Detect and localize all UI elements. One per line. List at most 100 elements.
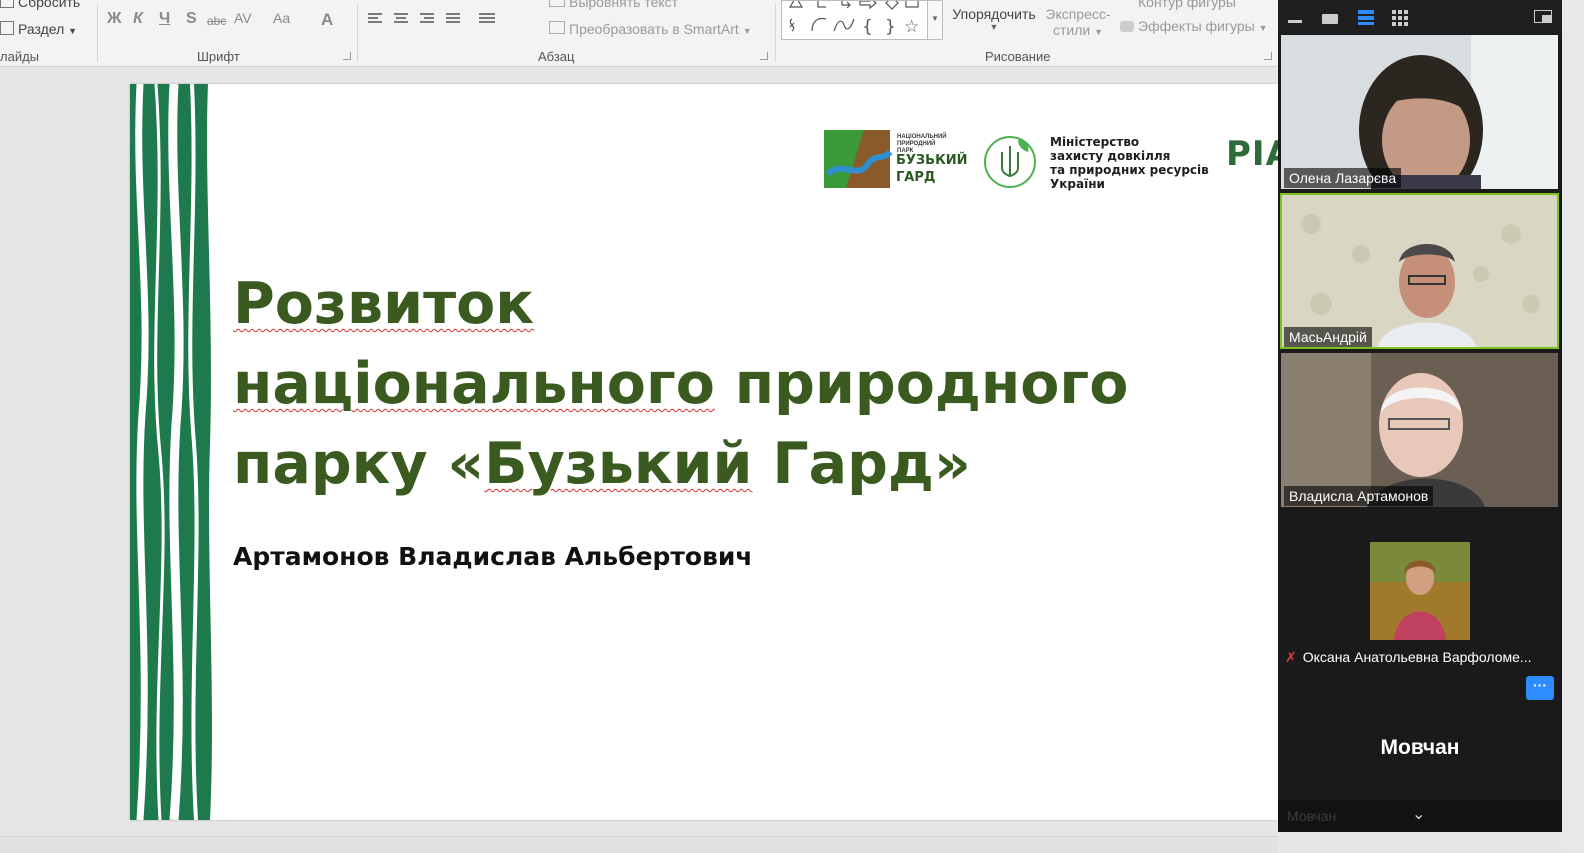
- section-label: Раздел: [18, 21, 65, 37]
- participant-video-frame: [1281, 353, 1558, 507]
- shape-outline-label: Контур фигуры: [1138, 0, 1236, 10]
- arrange-label: Упорядочить: [952, 6, 1036, 22]
- shadow-button[interactable]: S: [186, 10, 197, 28]
- italic-button[interactable]: К: [133, 10, 143, 28]
- group-divider: [97, 4, 98, 62]
- group-divider: [357, 4, 358, 62]
- minimize-icon[interactable]: [1288, 20, 1302, 23]
- font-dialog-launcher-icon[interactable]: [343, 52, 351, 60]
- desktop-edge: [1562, 0, 1584, 852]
- participant-name: Владисла Артамонов: [1284, 486, 1434, 506]
- participant-name-row: ✗ Оксана Анатольевна Варфоломе...: [1285, 649, 1532, 666]
- exit-fullscreen-icon[interactable]: [1534, 10, 1552, 23]
- slide-title-word: національного: [233, 351, 715, 417]
- smartart-label: Преобразовать в SmartArt: [569, 21, 739, 37]
- participant-video-tile-active[interactable]: МасьАндрій: [1280, 193, 1559, 349]
- justify-icon[interactable]: [446, 13, 460, 25]
- align-right-icon[interactable]: [420, 13, 434, 25]
- chevron-down-icon: ▼: [1258, 23, 1268, 33]
- chevron-down-icon: ▼: [68, 26, 78, 36]
- group-divider: [775, 4, 776, 62]
- pencil-icon: [1120, 0, 1134, 7]
- shape-outline-button[interactable]: Контур фигуры: [1120, 0, 1236, 10]
- slide-title-line-1: Розвиток: [233, 271, 534, 337]
- align-left-icon[interactable]: [368, 13, 382, 25]
- status-bar: [0, 836, 1278, 853]
- arrange-button[interactable]: Упорядочить ▼: [947, 6, 1041, 32]
- participant-name: Олена Лазарєва: [1284, 168, 1402, 188]
- participant-name: МасьАндрій: [1284, 327, 1372, 347]
- shapes-gallery-icons: { } ☆: [788, 0, 919, 37]
- shape-effects-button[interactable]: Эффекты фигуры ▼: [1120, 18, 1267, 34]
- change-case-button[interactable]: Aa: [273, 10, 290, 26]
- chevron-down-icon: ▼: [931, 14, 939, 23]
- participant-avatar: [1370, 542, 1470, 640]
- underline-button[interactable]: Ч: [159, 10, 170, 28]
- svg-text:☆: ☆: [904, 17, 919, 37]
- participant-video-tile[interactable]: Олена Лазарєва: [1281, 35, 1558, 189]
- shape-effects-icon: [1120, 21, 1134, 32]
- strikethrough-button[interactable]: abc: [207, 14, 226, 28]
- shapes-gallery[interactable]: { } ☆: [781, 0, 943, 40]
- participant-video-frame: [1281, 35, 1558, 189]
- participant-video-frame: [1281, 194, 1558, 348]
- align-center-icon[interactable]: [394, 13, 408, 25]
- slide-author[interactable]: Артамонов Владислав Альбертович: [233, 542, 753, 571]
- reset-icon: [0, 0, 14, 8]
- chevron-down-icon[interactable]: ⌄: [1412, 804, 1425, 824]
- quick-styles-label-2: стили: [1052, 22, 1091, 38]
- participant-name: Оксана Анатольевна Варфоломе...: [1302, 649, 1532, 665]
- park-logo-icon: [824, 130, 892, 188]
- paragraph-dialog-launcher-icon[interactable]: [760, 52, 768, 60]
- char-spacing-button[interactable]: AV: [234, 10, 252, 26]
- smartart-icon: [549, 21, 565, 34]
- participant-video-tile[interactable]: Владисла Артамонов: [1281, 353, 1558, 507]
- slides-group-label: лайды: [0, 49, 40, 64]
- chevron-down-icon: ▼: [742, 26, 752, 36]
- slide-canvas[interactable]: НАЦІОНАЛЬНИЙ ПРИРОДНИЙ ПАРК БУЗЬКИЙ ГАРД…: [130, 84, 1278, 820]
- align-text-icon: [549, 0, 565, 7]
- font-color-button[interactable]: A: [321, 10, 333, 30]
- slide-title-word: Гард»: [752, 431, 971, 497]
- gallery-view-icon[interactable]: [1392, 10, 1408, 26]
- bold-button[interactable]: Ж: [107, 10, 121, 28]
- slide-title-word: парку «: [233, 431, 485, 497]
- quick-styles-label-1: Экспресс-: [1045, 6, 1111, 22]
- decorative-stripes: [130, 84, 220, 820]
- svg-text:}: }: [885, 17, 896, 37]
- ribbon: Сбросить Раздел ▼ лайды Ж К Ч S abc AV A…: [0, 0, 1278, 67]
- speaker-view-icon[interactable]: [1358, 10, 1374, 25]
- section-icon: [0, 21, 14, 35]
- more-options-button[interactable]: ···: [1526, 676, 1554, 700]
- smartart-button[interactable]: Преобразовать в SmartArt ▼: [549, 21, 752, 37]
- reset-button[interactable]: Сбросить: [0, 0, 80, 10]
- chevron-down-icon: ▼: [989, 22, 999, 32]
- slide-title[interactable]: Розвиток національного природного парку …: [233, 264, 1213, 504]
- slide-title-word: природного: [714, 351, 1129, 417]
- paragraph-group-label: Абзац: [538, 49, 575, 64]
- quick-styles-button[interactable]: Экспресс- стили ▼: [1043, 6, 1113, 38]
- shape-effects-label: Эффекты фигуры: [1138, 18, 1255, 34]
- font-group-label: Шрифт: [197, 49, 240, 64]
- ministry-logo-text: Міністерство захисту довкілля та природн…: [1050, 135, 1209, 191]
- align-text-button[interactable]: Выровнять текст: [549, 0, 678, 10]
- drawing-dialog-launcher-icon[interactable]: [1264, 52, 1272, 60]
- section-button[interactable]: Раздел ▼: [0, 21, 77, 37]
- columns-icon[interactable]: [479, 13, 495, 25]
- park-logo-name: БУЗЬКИЙ ГАРД: [896, 153, 968, 185]
- video-panel-bottom-bar: Мовчан ⌄: [1278, 800, 1562, 832]
- participant-name-dim: Мовчан: [1287, 808, 1337, 824]
- drawing-group-label: Рисование: [985, 49, 1051, 64]
- ria-logo: РІА: [1226, 134, 1278, 174]
- participant-name-large: Мовчан: [1380, 736, 1460, 759]
- reset-label: Сбросить: [18, 0, 81, 10]
- slide-title-word: Бузький: [484, 431, 753, 497]
- video-panel-toolbar: [1278, 0, 1562, 34]
- svg-text:{: {: [862, 17, 873, 37]
- participant-video-tile[interactable]: [1281, 512, 1558, 666]
- shapes-gallery-more-button[interactable]: ▼: [927, 0, 943, 40]
- thumbnail-view-icon[interactable]: [1322, 14, 1338, 24]
- chevron-down-icon: ▼: [1094, 27, 1104, 37]
- video-panel: Олена Лазарєва МасьАндрій Владисла Артам…: [1278, 0, 1562, 832]
- ministry-emblem-icon: [984, 136, 1036, 188]
